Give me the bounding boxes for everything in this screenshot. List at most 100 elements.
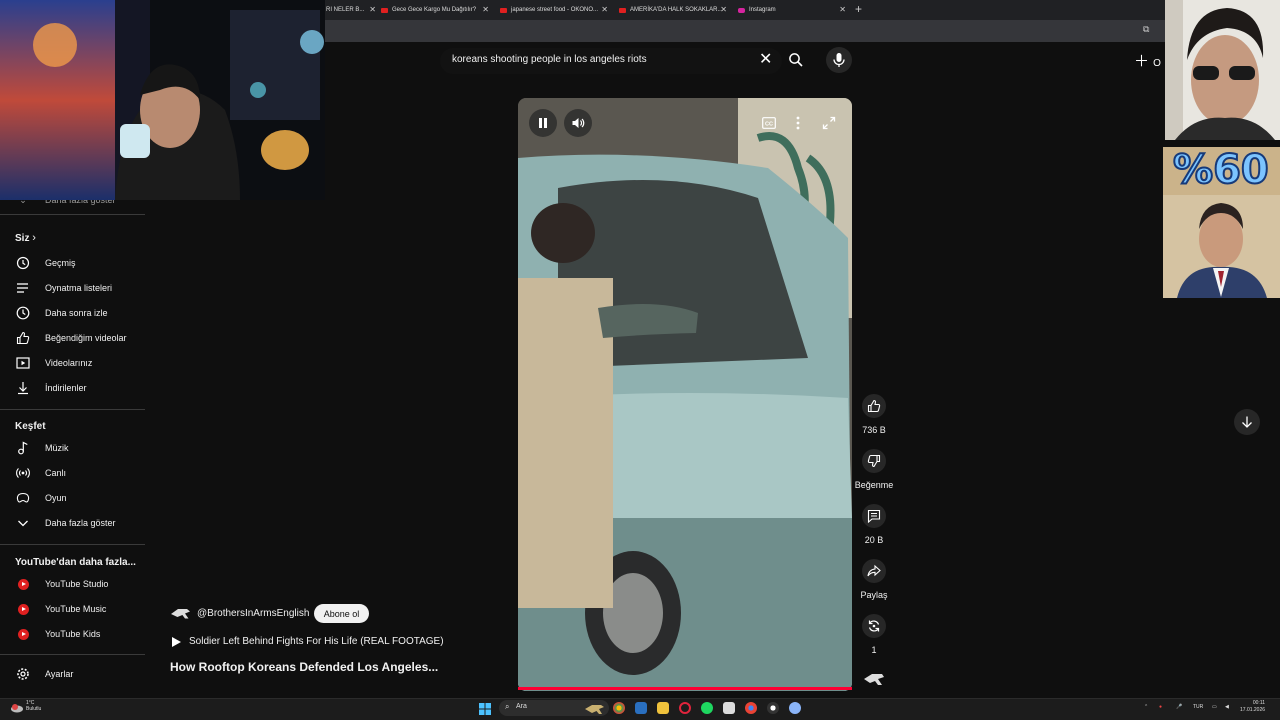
expand-icon	[822, 116, 836, 130]
sidebar: ⌄ Daha fazla göster Siz › Geçmiş Oynatma…	[0, 190, 150, 700]
settings-app-icon[interactable]	[789, 702, 801, 714]
sidebar-item-live[interactable]: Canlı	[15, 463, 66, 483]
sidebar-item-history[interactable]: Geçmiş	[15, 253, 76, 273]
divider	[0, 409, 145, 410]
sidebar-item-settings[interactable]: Ayarlar	[15, 664, 73, 684]
sidebar-item-label: Müzik	[45, 443, 69, 453]
next-video-button[interactable]	[1234, 409, 1260, 435]
new-tab-button[interactable]: +	[855, 2, 862, 16]
shorts-video-player[interactable]	[518, 98, 852, 691]
tab-label: AMERİKA'DA HALK SOKAKLAR...	[630, 7, 723, 13]
sidebar-item-label: Ayarlar	[45, 669, 74, 679]
history-icon	[15, 255, 31, 271]
sidebar-heading-you[interactable]: Siz ›	[15, 232, 36, 244]
comment-count: 20 B	[864, 535, 884, 545]
sidebar-item-label: Canlı	[45, 468, 67, 478]
clock-icon	[15, 305, 31, 321]
clock-date: 17.01.2026	[1240, 707, 1266, 713]
clear-search-icon[interactable]: ✕	[759, 52, 772, 68]
browser-tab[interactable]: Gece Gece Kargo Mu Dağıtılır? ✕	[381, 2, 489, 18]
chrome-active-icon[interactable]	[745, 702, 757, 714]
sidebar-item-youtube-studio[interactable]: YouTube Studio	[15, 574, 108, 594]
sidebar-item-label: Oynatma listeleri	[45, 283, 113, 293]
instagram-favicon-icon	[738, 7, 745, 13]
subscribe-button[interactable]: Abone ol	[314, 604, 369, 623]
channel-name[interactable]: @BrothersInArmsEnglish	[197, 608, 309, 619]
captions-button[interactable]: CC	[759, 113, 779, 133]
sidebar-item-watch-later[interactable]: Daha sonra izle	[15, 303, 108, 323]
close-tab-icon[interactable]: ✕	[369, 5, 376, 14]
sidebar-item-youtube-music[interactable]: YouTube Music	[15, 599, 106, 619]
sidebar-item-label: Oyun	[45, 493, 67, 503]
microphone-button[interactable]	[826, 47, 852, 73]
weather-icon[interactable]	[10, 701, 24, 713]
playlists-icon	[15, 280, 31, 296]
music-icon	[15, 440, 31, 456]
sidebar-item-liked-videos[interactable]: Beğendiğim videolar	[15, 328, 127, 348]
terminal-icon[interactable]	[723, 702, 735, 714]
file-explorer-icon[interactable]	[657, 702, 669, 714]
steam-icon[interactable]	[635, 702, 647, 714]
speaker-icon[interactable]: ◀	[1225, 704, 1229, 710]
soundtrack-icon	[864, 674, 884, 685]
sidebar-item-downloads[interactable]: İndirilenler	[15, 378, 87, 398]
weather-widget[interactable]: 1°C Bulutlu	[26, 700, 41, 712]
create-button[interactable]: ＋ O	[1134, 50, 1161, 71]
language-indicator[interactable]: TUR	[1193, 704, 1203, 710]
pause-button[interactable]	[529, 109, 557, 137]
remix-button[interactable]	[862, 614, 886, 638]
browser-tab[interactable]: RI NELER B... ✕	[326, 2, 376, 18]
close-tab-icon[interactable]: ✕	[839, 5, 846, 14]
tray-app-icon[interactable]: ●	[1159, 704, 1162, 710]
sidebar-item-gaming[interactable]: Oyun	[15, 488, 67, 508]
start-button[interactable]	[479, 702, 491, 715]
sidebar-item-label: Videolarınız	[45, 358, 93, 368]
obs-icon[interactable]	[767, 702, 779, 714]
close-tab-icon[interactable]: ✕	[482, 5, 489, 14]
share-button[interactable]	[862, 559, 886, 583]
sidebar-item-your-videos[interactable]: Videolarınız	[15, 353, 92, 373]
sidebar-item-label: YouTube Kids	[45, 629, 101, 639]
fullscreen-button[interactable]	[819, 113, 839, 133]
volume-button[interactable]	[564, 109, 592, 137]
sidebar-heading-explore: Keşfet	[15, 421, 46, 432]
audio-source-thumbnail[interactable]	[862, 670, 886, 688]
more-vert-icon	[796, 116, 800, 130]
video-progress-bar[interactable]	[518, 687, 852, 690]
network-icon[interactable]: ▭	[1212, 704, 1217, 710]
more-options-button[interactable]	[788, 113, 808, 133]
sidebar-item-youtube-kids[interactable]: YouTube Kids	[15, 624, 100, 644]
close-tab-icon[interactable]: ✕	[720, 5, 727, 14]
spotify-icon[interactable]	[701, 702, 713, 714]
gear-icon	[15, 666, 31, 682]
browser-tab[interactable]: japanese street food - OKONO... ✕	[500, 2, 608, 18]
dislike-button[interactable]	[862, 449, 886, 473]
playlist-link[interactable]: Soldier Left Behind Fights For His Life …	[172, 636, 444, 647]
sidebar-item-label: YouTube Music	[45, 604, 107, 614]
microphone-tray-icon[interactable]: 🎤	[1176, 704, 1182, 710]
close-tab-icon[interactable]: ✕	[601, 5, 608, 14]
sidebar-item-playlists[interactable]: Oynatma listeleri	[15, 278, 112, 298]
arrow-down-icon	[1242, 416, 1252, 428]
channel-avatar[interactable]	[170, 605, 192, 621]
youtube-kids-icon	[17, 628, 29, 640]
sidebar-item-music[interactable]: Müzik	[15, 438, 69, 458]
clock-time: 00:11	[1252, 700, 1266, 706]
video-title[interactable]: How Rooftop Koreans Defended Los Angeles…	[170, 660, 438, 674]
divider	[0, 654, 145, 655]
chrome-icon[interactable]	[613, 702, 625, 714]
comments-button[interactable]	[862, 504, 886, 528]
like-button[interactable]	[862, 394, 886, 418]
gaming-icon	[15, 490, 31, 506]
tab-label: Instagram	[749, 7, 776, 13]
cast-icon[interactable]: ⧉	[1143, 24, 1149, 35]
sidebar-item-show-more[interactable]: Daha fazla göster	[15, 513, 116, 533]
poll-overlay: %60	[1163, 147, 1280, 298]
browser-tab[interactable]: AMERİKA'DA HALK SOKAKLAR... ✕	[619, 2, 727, 18]
browser-tab[interactable]: Instagram ✕	[738, 2, 846, 18]
system-clock[interactable]: 00:11 17.01.2026	[1240, 700, 1265, 714]
search-icon[interactable]	[788, 52, 804, 68]
tray-chevron-icon[interactable]: ⌃	[1144, 704, 1148, 710]
opera-icon[interactable]	[679, 702, 691, 714]
search-input[interactable]: koreans shooting people in los angeles r…	[452, 54, 647, 65]
